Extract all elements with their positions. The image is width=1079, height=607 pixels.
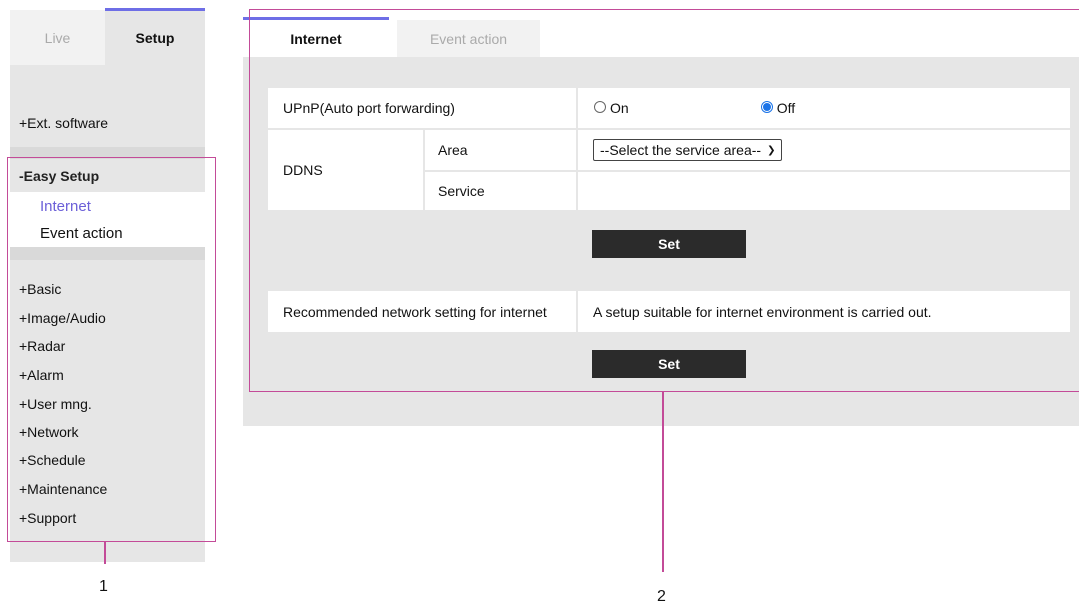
tab-setup[interactable]: Setup	[105, 10, 205, 65]
sidebar-item-ext-software[interactable]: +Ext. software	[19, 115, 108, 131]
callout-line	[104, 542, 106, 564]
callout-line	[662, 392, 664, 572]
active-tab-indicator	[105, 8, 205, 11]
callout-number: 2	[657, 588, 666, 605]
callout-frame	[7, 157, 216, 542]
callout-number: 1	[99, 578, 108, 595]
tab-live[interactable]: Live	[10, 10, 105, 65]
callout-frame	[249, 9, 1079, 392]
